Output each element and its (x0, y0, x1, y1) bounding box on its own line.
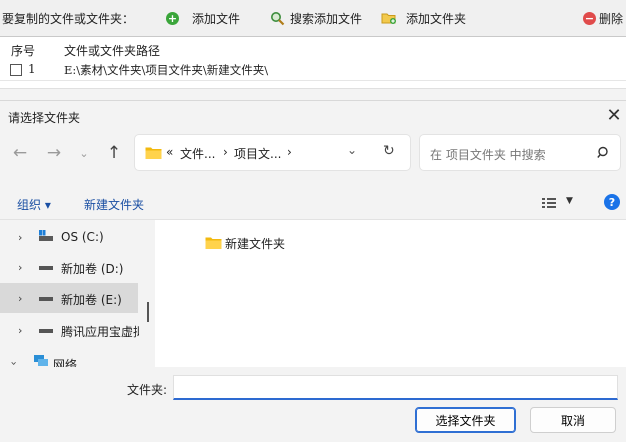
view-options-icon[interactable] (542, 197, 556, 209)
view-dropdown-chevron-icon[interactable]: ▼ (566, 196, 573, 206)
column-header-index: 序号 (11, 44, 36, 58)
sidebar-item-label: 腾讯应用宝虚拟 (61, 325, 139, 339)
address-bar[interactable]: « 文件... › 项目文... › ⌄ ↻ (134, 134, 411, 171)
address-dropdown-chevron-icon[interactable]: ⌄ (347, 143, 357, 157)
expand-chevron-icon[interactable]: › (18, 261, 22, 274)
add-folder-label: 添加文件夹 (406, 11, 467, 26)
folder-icon (145, 147, 162, 159)
forward-arrow-icon[interactable]: → (42, 141, 66, 165)
sidebar-item-tencent-drive[interactable]: › 腾讯应用宝虚拟 (0, 315, 139, 345)
sidebar-item-label: 新加卷 (E:) (61, 293, 122, 307)
folder-icon (205, 237, 222, 249)
sidebar-item-drive-d[interactable]: › 新加卷 (D:) (0, 252, 138, 282)
navigation-pane: › OS (C:) › 新加卷 (D:) › 新加卷 (E:) › 腾讯应用宝虚… (0, 220, 152, 367)
dialog-title: 请选择文件夹 (8, 111, 81, 125)
row-index: 1 (28, 62, 36, 76)
new-folder-button[interactable]: 新建文件夹 (84, 196, 144, 213)
close-icon[interactable]: ✕ (603, 104, 625, 126)
column-header-path: 文件或文件夹路径 (64, 44, 161, 58)
delete-button[interactable]: − 删除 (583, 9, 623, 27)
search-icon[interactable] (596, 145, 612, 161)
select-folder-button[interactable]: 选择文件夹 (415, 407, 516, 433)
add-icon: + (166, 11, 179, 25)
row-path: E:\素材\文件夹\项目文件夹\新建文件夹\ (64, 63, 269, 77)
breadcrumb-part-2[interactable]: 项目文... (234, 145, 281, 162)
drive-icon (39, 266, 53, 270)
app-status-strip (0, 88, 626, 100)
expand-chevron-icon[interactable]: › (18, 231, 22, 244)
delete-icon: − (583, 11, 596, 25)
cancel-button[interactable]: 取消 (530, 407, 616, 433)
dialog-footer: 文件夹: 选择文件夹 取消 (0, 367, 626, 442)
search-add-icon (271, 11, 285, 25)
breadcrumb-separator: › (287, 145, 292, 159)
network-icon (34, 355, 48, 366)
expand-chevron-icon[interactable]: › (18, 292, 22, 305)
app-toolbar: 要复制的文件或文件夹： + 添加文件 搜索添加文件 添加文件夹 − 删除 (0, 0, 626, 36)
folder-field-label: 文件夹: (127, 383, 168, 397)
drive-icon (39, 329, 53, 333)
expand-chevron-icon[interactable]: › (8, 361, 21, 365)
select-folder-dialog: 请选择文件夹 ✕ ← → ⌄ ↑ « 文件... › 项目文... › ⌄ ↻ … (0, 100, 626, 442)
search-placeholder: 在 项目文件夹 中搜索 (430, 148, 546, 162)
search-add-file-button[interactable]: 搜索添加文件 (270, 9, 362, 27)
organize-menu-button[interactable]: 组织 ▾ (17, 196, 51, 213)
search-add-file-label: 搜索添加文件 (290, 11, 363, 26)
add-folder-button[interactable]: 添加文件夹 (381, 9, 466, 27)
help-icon[interactable]: ? (604, 194, 620, 210)
sidebar-item-network[interactable]: › 网络 (0, 348, 138, 367)
folder-content-pane: 新建文件夹 (155, 220, 626, 367)
refresh-icon[interactable]: ↻ (383, 143, 395, 159)
sidebar-item-label: 新加卷 (D:) (61, 262, 124, 276)
search-input[interactable]: 在 项目文件夹 中搜索 (419, 134, 621, 171)
back-arrow-icon[interactable]: ← (8, 141, 32, 165)
delete-label: 删除 (599, 11, 624, 26)
pane-splitter[interactable] (147, 302, 149, 322)
folder-item-name: 新建文件夹 (225, 236, 286, 251)
breadcrumb-separator: › (223, 145, 228, 159)
drive-icon (39, 297, 53, 301)
sidebar-item-label: 网络 (53, 358, 78, 367)
folder-item[interactable]: 新建文件夹 (205, 234, 285, 252)
sidebar-item-os-c[interactable]: › OS (C:) (0, 222, 138, 252)
sidebar-item-drive-e[interactable]: › 新加卷 (E:) (0, 283, 138, 313)
recent-locations-chevron-icon[interactable]: ⌄ (72, 141, 96, 165)
add-file-label: 添加文件 (192, 11, 241, 26)
folder-name-input[interactable] (173, 375, 618, 400)
add-folder-icon (381, 13, 396, 24)
up-arrow-icon[interactable]: ↑ (102, 141, 126, 165)
row-checkbox[interactable] (10, 64, 22, 76)
sidebar-item-label: OS (C:) (61, 230, 104, 244)
address-overflow[interactable]: « (166, 145, 173, 159)
row-divider (0, 80, 626, 81)
os-drive-icon (39, 230, 53, 241)
breadcrumb-part-1[interactable]: 文件... (180, 145, 215, 162)
expand-chevron-icon[interactable]: › (18, 324, 22, 337)
add-file-button[interactable]: + 添加文件 (166, 9, 240, 27)
toolbar-label: 要复制的文件或文件夹： (2, 11, 135, 26)
